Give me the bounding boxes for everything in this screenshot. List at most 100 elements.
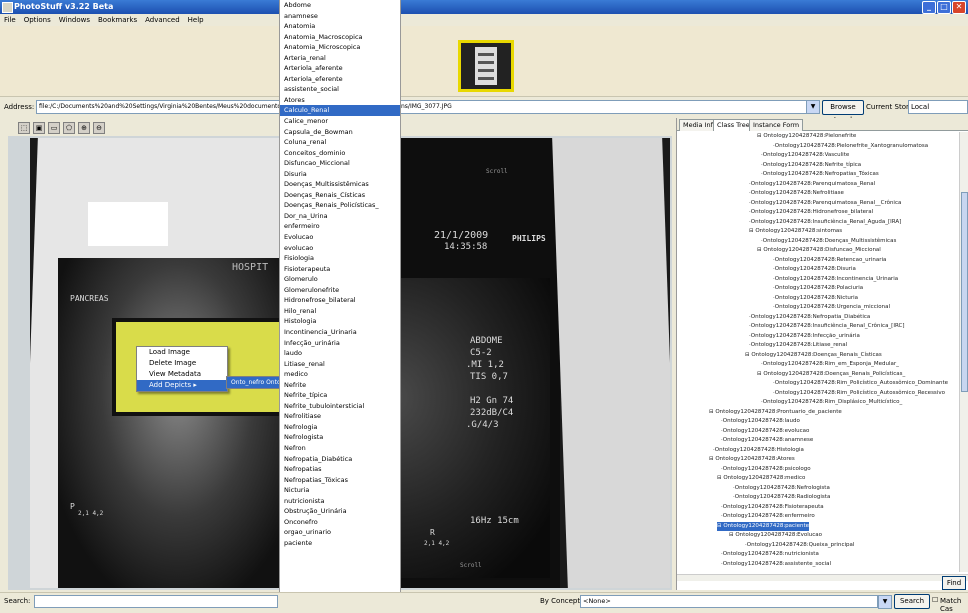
tree-node[interactable]: ·Ontology1204287428:Insuficiência_Renal_… [677, 218, 957, 228]
tree-node[interactable]: ·Ontology1204287428:Fisioterapeuta [677, 503, 957, 513]
tree-node[interactable]: ·Ontology1204287428:anamnese [677, 436, 957, 446]
concept-option[interactable]: Anatomia_Microscopica [280, 42, 400, 53]
tree-node[interactable]: ·Ontology1204287428:Nefropatia_Diabética [677, 313, 957, 323]
browse-local-button[interactable]: Browse Local [822, 100, 864, 124]
concept-option[interactable]: Infecção_urinária [280, 338, 400, 349]
menu-file[interactable]: File [0, 14, 20, 24]
concept-option[interactable]: orgao_urinario [280, 527, 400, 538]
maximize-button[interactable]: □ [937, 1, 951, 14]
concept-option[interactable]: Anatomia_Macroscopica [280, 32, 400, 43]
add-depicts-item[interactable]: Add Depicts ▸ [137, 380, 227, 391]
concept-option[interactable]: Coluna_renal [280, 137, 400, 148]
tree-node[interactable]: ·Ontology1204287428:Nefrolitiase [677, 189, 957, 199]
search-input[interactable] [34, 595, 278, 608]
address-input[interactable]: file:/C:/Documents%20and%20Settings/Virg… [36, 100, 810, 114]
tree-node[interactable]: ·Ontology1204287428:assistente_social [677, 560, 957, 570]
tree-node[interactable]: ·Ontology1204287428:psicologo [677, 465, 957, 475]
concept-option[interactable]: Anatomia [280, 21, 400, 32]
concept-dropdown-icon[interactable]: ▼ [878, 595, 892, 609]
class-tree[interactable]: ⊟ Ontology1204287428:Pielonefrite ·Ontolo… [677, 132, 957, 572]
concept-option[interactable]: Fisioterapeuta [280, 264, 400, 275]
concept-option[interactable]: Nefropatia_Diabética [280, 454, 400, 465]
concept-option[interactable]: Dor_na_Urina [280, 211, 400, 222]
tree-node[interactable]: ·Ontology1204287428:Queixa_principal [677, 541, 957, 551]
tree-node[interactable]: ·Ontology1204287428:Parenquimatosa_Renal… [677, 199, 957, 209]
concept-option[interactable]: Atores [280, 95, 400, 106]
view-metadata-item[interactable]: View Metadata [137, 369, 227, 380]
tree-node[interactable]: ·Ontology1204287428:Incontinencia_Urinar… [677, 275, 957, 285]
tree-node[interactable]: ⊟ Ontology1204287428:paciente [677, 521, 957, 531]
concept-dropdown-list[interactable]: Abdome anamnese Anatomia Anatomia_Macroscop… [279, 0, 401, 608]
concept-option[interactable]: Fisiologia [280, 253, 400, 264]
concept-option[interactable]: Glomerulonefrite [280, 285, 400, 296]
image-thumbnail[interactable] [458, 40, 514, 92]
concept-option[interactable]: Disfuncao_Miccional [280, 158, 400, 169]
tree-node[interactable]: ·Ontology1204287428:Pielonefrite_Xantogr… [677, 142, 957, 152]
tree-node[interactable]: ⊟ Ontology1204287428:Doenças_Renais_Císt… [677, 351, 957, 361]
tree-node[interactable]: ·Ontology1204287428:enfermeiro [677, 512, 957, 522]
delete-image-item[interactable]: Delete Image [137, 358, 227, 369]
minimize-button[interactable]: _ [922, 1, 936, 14]
tree-node[interactable]: ·Ontology1204287428:Nefrologista [677, 484, 957, 494]
zoom-in-icon[interactable]: ⊕ [78, 122, 90, 134]
tree-scrollbar-horizontal[interactable] [677, 574, 968, 581]
tree-node[interactable]: ·Ontology1204287428:Urgencia_miccional [677, 303, 957, 313]
concept-option[interactable]: paciente [280, 538, 400, 549]
current-store-select[interactable]: Local [908, 100, 968, 114]
concept-option[interactable]: Conceitos_dominio [280, 148, 400, 159]
concept-option[interactable]: Nefropatias_Tóxicas [280, 475, 400, 486]
tree-node[interactable]: ·Ontology1204287428:Rim_Displásico_Multi… [677, 398, 957, 408]
concept-option[interactable]: Nefron [280, 443, 400, 454]
poly-tool-icon[interactable]: ⬠ [63, 122, 75, 134]
zoom-out-icon[interactable]: ⊖ [93, 122, 105, 134]
concept-option[interactable]: Nefropatias [280, 464, 400, 475]
concept-option[interactable]: Hidronefrose_bilateral [280, 295, 400, 306]
tree-node[interactable]: ·Ontology1204287428:laudo [677, 417, 957, 427]
concept-option[interactable]: Evolucao [280, 232, 400, 243]
tree-node[interactable]: ·Ontology1204287428:Disuria [677, 265, 957, 275]
image-tool-icon[interactable]: ▣ [33, 122, 45, 134]
concept-option[interactable]: Doenças_Renais_Policísticas_ [280, 200, 400, 211]
concept-option[interactable]: Nefrolitiase [280, 411, 400, 422]
concept-option[interactable]: Doenças_Renais_Císticas [280, 190, 400, 201]
concept-option[interactable]: anamnese [280, 11, 400, 22]
tree-scrollbar-vertical[interactable] [959, 132, 968, 572]
load-image-item[interactable]: Load Image [137, 347, 227, 358]
tree-node[interactable]: ·Ontology1204287428:Insuficiência_Renal_… [677, 322, 957, 332]
menu-bookmarks[interactable]: Bookmarks [94, 14, 141, 24]
rect-tool-icon[interactable]: ▭ [48, 122, 60, 134]
concept-option[interactable]: evolucao [280, 243, 400, 254]
tree-node[interactable]: ·Ontology1204287428:Infecção_urinária [677, 332, 957, 342]
tree-node[interactable]: ·Ontology1204287428:Hidronefrose_bilater… [677, 208, 957, 218]
select-tool-icon[interactable]: ⬚ [18, 122, 30, 134]
concept-option[interactable]: Disuria [280, 169, 400, 180]
close-button[interactable]: ✕ [952, 1, 966, 14]
concept-option[interactable]: Onconefro [280, 517, 400, 528]
concept-option[interactable]: Capsula_de_Bowman [280, 127, 400, 138]
tree-node[interactable]: ·Ontology1204287428:evolucao [677, 427, 957, 437]
concept-option[interactable]: Nefrite [280, 380, 400, 391]
tree-node[interactable]: ·Ontology1204287428:Nefrite_típica [677, 161, 957, 171]
concept-option[interactable]: Calculo_Renal [280, 105, 400, 117]
concept-option[interactable]: enfermeiro [280, 221, 400, 232]
match-case-checkbox[interactable]: ☐ [932, 596, 938, 604]
concept-option[interactable]: Incontinencia_Urinaria [280, 327, 400, 338]
concept-option[interactable]: laudo [280, 348, 400, 359]
tree-node[interactable]: ⊟ Ontology1204287428:Disfuncao_Miccional [677, 246, 957, 256]
concept-option[interactable]: Obstrução_Urinária [280, 506, 400, 517]
concept-option[interactable]: medico [280, 369, 400, 380]
tree-node[interactable]: ·Ontology1204287428:Retencao_urinaria [677, 256, 957, 266]
concept-option[interactable]: Arteriola_aferente [280, 63, 400, 74]
tree-node[interactable]: ·Ontology1204287428:Nefropatias_Tóxicas [677, 170, 957, 180]
tree-node[interactable]: ⊟ Ontology1204287428:Prontuario_de_pacie… [677, 408, 957, 418]
tree-node[interactable]: ·Ontology1204287428:Nicturia [677, 294, 957, 304]
by-concept-select[interactable]: <None> [580, 595, 878, 608]
concept-option[interactable]: Nefrologista [280, 432, 400, 443]
tree-node[interactable]: ⊟ Ontology1204287428:Pielonefrite [677, 132, 957, 142]
search-button[interactable]: Search [894, 594, 930, 609]
tree-node[interactable]: ·Ontology1204287428:Polaciuria [677, 284, 957, 294]
tab-instance-form[interactable]: Instance Form [749, 119, 804, 131]
tree-node[interactable]: ⊟ Ontology1204287428:Doenças_Renais_Poli… [677, 370, 957, 380]
tree-node[interactable]: ·Ontology1204287428:Doenças_Multissistêm… [677, 237, 957, 247]
concept-option[interactable]: nutricionista [280, 496, 400, 507]
